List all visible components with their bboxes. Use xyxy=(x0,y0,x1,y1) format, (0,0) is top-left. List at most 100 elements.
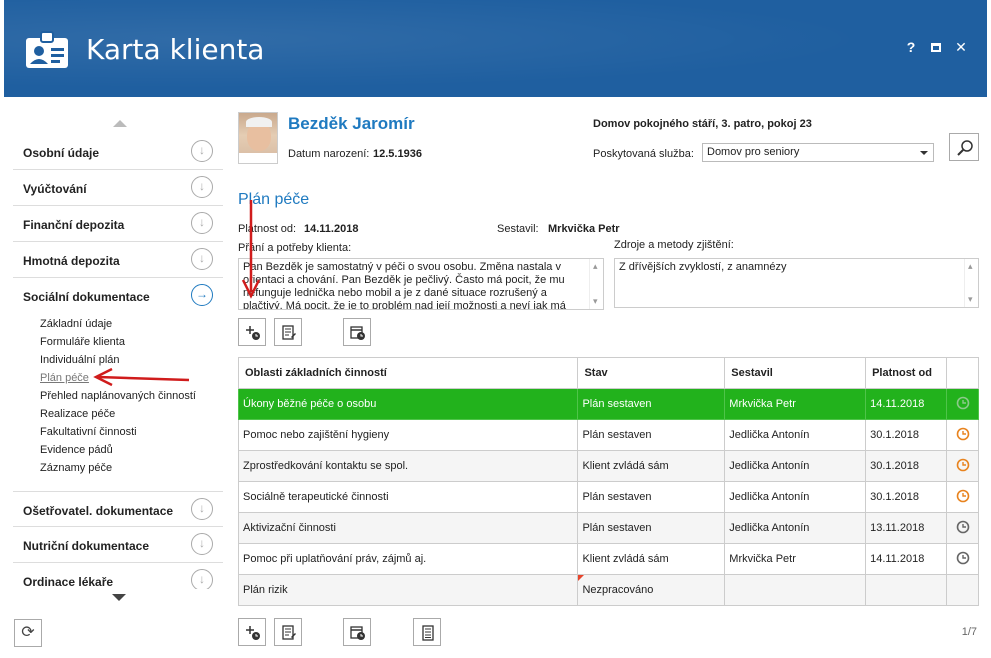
history-clock-icon xyxy=(956,489,969,502)
sidebar-section-label: Osobní údaje xyxy=(23,146,100,160)
service-select-value: Domov pro seniory xyxy=(707,146,800,158)
cell-valid: 30.1.2018 xyxy=(865,481,948,513)
sidebar-section-label: Hmotná depozita xyxy=(23,254,120,268)
search-button[interactable] xyxy=(949,133,979,161)
wishes-textarea[interactable]: Pan Bezděk je samostatný v péči o svou o… xyxy=(238,258,604,310)
cell-icon xyxy=(946,574,979,606)
maximize-button[interactable] xyxy=(931,42,941,52)
document-edit-icon xyxy=(282,625,296,640)
arrow-down-circle-icon: ↓ xyxy=(191,176,213,198)
close-button[interactable]: ✕ xyxy=(955,40,967,54)
sidebar-section-hmotna-depozita[interactable]: Hmotná depozita ↓ xyxy=(13,242,223,278)
sidebar-subitem[interactable]: Realizace péče xyxy=(40,408,115,420)
edit-area-button[interactable] xyxy=(274,618,302,646)
sidebar-section-label: Ordinace lékaře xyxy=(23,575,114,589)
sidebar-section-label: Vyúčtování xyxy=(23,182,87,196)
cell-icon[interactable] xyxy=(946,450,979,482)
table-row[interactable]: Pomoc nebo zajištění hygieny Plán sestav… xyxy=(237,419,979,451)
window-controls: ? ✕ xyxy=(905,40,967,54)
sidebar-subitem[interactable]: Formuláře klienta xyxy=(40,336,125,348)
help-button[interactable]: ? xyxy=(905,40,917,54)
column-header-valid[interactable]: Platnost od xyxy=(865,357,948,389)
cell-valid: 30.1.2018 xyxy=(865,419,948,451)
table-row[interactable]: Aktivizační činnosti Plán sestaven Jedli… xyxy=(237,512,979,544)
column-header-area[interactable]: Oblasti základních činností xyxy=(237,357,579,389)
cell-status: Plán sestaven xyxy=(577,481,726,513)
sidebar-subitem[interactable]: Individuální plán xyxy=(40,354,120,366)
sidebar-section-osobni-udaje[interactable]: Osobní údaje ↓ xyxy=(13,134,223,170)
sidebar-section-label: Sociální dokumentace xyxy=(23,290,150,304)
cell-area: Úkony běžné péče o osobu xyxy=(237,388,579,420)
scroll-down-icon[interactable] xyxy=(112,594,126,601)
arrow-down-circle-icon: ↓ xyxy=(191,248,213,270)
app-window: Karta klienta ? ✕ Osobní údaje ↓ Vyúčtov… xyxy=(0,0,991,658)
add-area-button[interactable] xyxy=(238,618,266,646)
cell-icon[interactable] xyxy=(946,481,979,513)
arrow-down-circle-icon: ↓ xyxy=(191,569,213,589)
table-row[interactable]: Úkony běžné péče o osobu Plán sestaven M… xyxy=(237,388,979,420)
sidebar-section-osetrovatel-dokumentace[interactable]: Ošetřovatel. dokumentace ↓ xyxy=(13,491,223,527)
table-row[interactable]: Sociálně terapeutické činnosti Plán sest… xyxy=(237,481,979,513)
cell-status: Plán sestaven xyxy=(577,512,726,544)
arrow-right-circle-icon: → xyxy=(191,284,213,306)
table-row[interactable]: Zprostředkování kontaktu se spol. Klient… xyxy=(237,450,979,482)
edit-plan-button[interactable] xyxy=(274,318,302,346)
client-card-icon xyxy=(26,31,68,68)
cell-area: Plán rizik xyxy=(237,574,579,606)
sidebar-subitem[interactable]: Základní údaje xyxy=(40,318,112,330)
sidebar-section-nutricni-dokumentace[interactable]: Nutriční dokumentace ↓ xyxy=(13,527,223,563)
column-header-icon xyxy=(946,357,979,389)
cell-author: Jedlička Antonín xyxy=(724,512,867,544)
sidebar-subitem[interactable]: Přehled naplánovaných činností xyxy=(40,390,196,402)
cell-area: Pomoc při uplatňování práv, zájmů aj. xyxy=(237,543,579,575)
cell-status: Plán sestaven xyxy=(577,419,726,451)
area-history-button[interactable] xyxy=(343,618,371,646)
cell-icon[interactable] xyxy=(946,388,979,420)
sidebar-section-label: Ošetřovatel. dokumentace xyxy=(23,504,174,518)
column-header-author[interactable]: Sestavil xyxy=(724,357,867,389)
sidebar-section-financni-depozita[interactable]: Finanční depozita ↓ xyxy=(13,206,223,242)
add-plan-button[interactable] xyxy=(238,318,266,346)
cell-status: Plán sestaven xyxy=(577,388,726,420)
history-clock-icon xyxy=(956,396,969,409)
calendar-clock-icon xyxy=(350,326,365,340)
care-areas-table: Oblasti základních činností Stav Sestavi… xyxy=(237,357,979,606)
sidebar-subitem[interactable]: Evidence pádů xyxy=(40,444,113,456)
sidebar-subitem-current[interactable]: Plán péče xyxy=(40,372,89,384)
client-name: Bezděk Jaromír xyxy=(288,114,415,133)
service-select[interactable]: Domov pro seniory xyxy=(702,143,934,162)
cell-status: Klient zvládá sám xyxy=(577,450,726,482)
sidebar-section-vyuctovani[interactable]: Vyúčtování ↓ xyxy=(13,170,223,206)
column-header-status[interactable]: Stav xyxy=(577,357,726,389)
sidebar-subitem[interactable]: Záznamy péče xyxy=(40,462,112,474)
photo-shirt xyxy=(239,153,277,163)
scroll-up-icon[interactable] xyxy=(113,120,127,127)
cell-icon[interactable] xyxy=(946,543,979,575)
dob-value: 12.5.1936 xyxy=(373,148,422,160)
sidebar-section-ordinace-lekare[interactable]: Ordinace lékaře ↓ xyxy=(13,563,223,589)
table-header-row: Oblasti základních činností Stav Sestavi… xyxy=(237,357,979,389)
textarea-scrollbar[interactable] xyxy=(964,259,978,307)
textarea-scrollbar[interactable] xyxy=(589,259,603,309)
document-button[interactable] xyxy=(413,618,441,646)
sidebar-subitem[interactable]: Fakultativní činnosti xyxy=(40,426,137,438)
table-row[interactable]: Pomoc při uplatňování práv, zájmů aj. Kl… xyxy=(237,543,979,575)
arrow-down-circle-icon: ↓ xyxy=(191,212,213,234)
cell-author: Jedlička Antonín xyxy=(724,419,867,451)
history-clock-icon xyxy=(956,551,969,564)
cell-area: Aktivizační činnosti xyxy=(237,512,579,544)
refresh-button[interactable]: ⟳ xyxy=(14,619,42,647)
add-clock-icon xyxy=(246,626,260,640)
cell-author xyxy=(724,574,867,606)
cell-valid xyxy=(865,574,948,606)
table-row[interactable]: Plán rizik Nezpracováno xyxy=(237,574,979,606)
plan-history-button[interactable] xyxy=(343,318,371,346)
sidebar-section-socialni-dokumentace[interactable]: Sociální dokumentace → xyxy=(13,278,223,314)
sources-label: Zdroje a metody zjištění: xyxy=(614,239,734,251)
cell-icon[interactable] xyxy=(946,512,979,544)
sources-textarea[interactable]: Z dřívějších zvyklostí, z anamnézy xyxy=(614,258,979,308)
cell-icon[interactable] xyxy=(946,419,979,451)
annotation-arrow-left-icon xyxy=(93,367,190,387)
wishes-text: Pan Bezděk je samostatný v péči o svou o… xyxy=(243,261,566,310)
page-indicator: 1/7 xyxy=(961,626,977,638)
